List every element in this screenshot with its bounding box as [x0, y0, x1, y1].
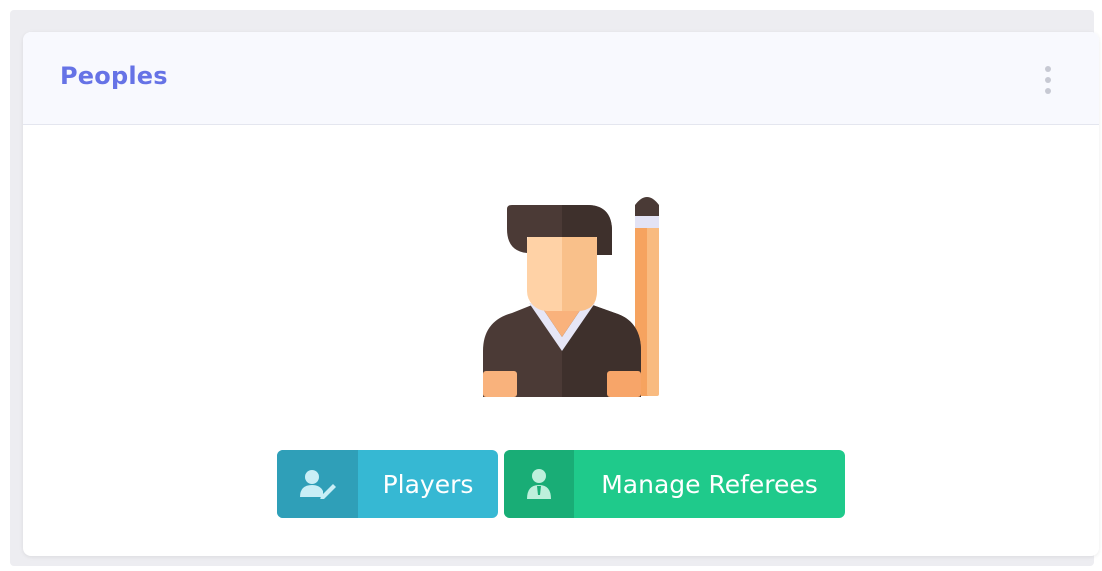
players-button-label: Players	[382, 469, 474, 499]
card-title: Peoples	[60, 62, 168, 90]
referee-user-icon	[504, 450, 574, 518]
peoples-card: Peoples Players Manage Referees	[23, 32, 1099, 556]
page-background: Peoples Players Manage Referees	[10, 10, 1099, 566]
user-edit-icon	[277, 450, 358, 518]
manage-referees-button-label: Manage Referees	[601, 469, 818, 499]
kebab-menu-icon[interactable]	[1043, 66, 1053, 94]
players-button[interactable]: Players	[277, 450, 498, 518]
manage-referees-button[interactable]: Manage Referees	[504, 450, 845, 518]
player-with-cue-icon	[483, 197, 659, 397]
card-header: Peoples	[23, 32, 1099, 125]
